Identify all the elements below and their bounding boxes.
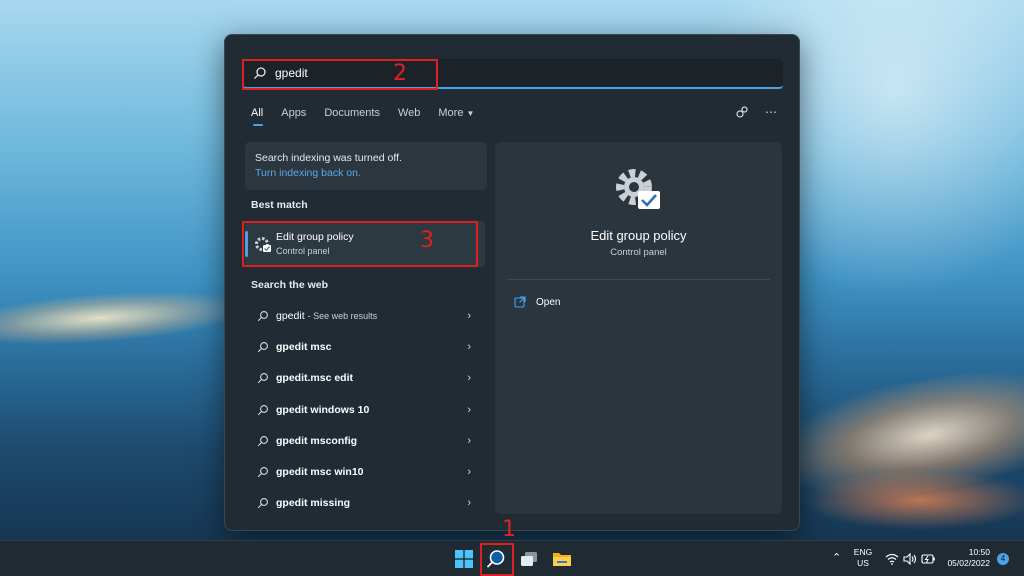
gear-check-icon <box>616 169 660 209</box>
chevron-right-icon: › <box>467 372 471 385</box>
web-result-suffix: - See web results <box>307 310 378 321</box>
annotation-box-3 <box>242 221 478 267</box>
chevron-right-icon: › <box>467 434 471 447</box>
indexing-notice: Search indexing was turned off. Turn ind… <box>245 142 487 190</box>
web-result-query: gpedit windows 10 <box>276 403 370 416</box>
search-icon <box>257 373 268 384</box>
region-code: US <box>857 558 869 568</box>
chevron-right-icon: › <box>467 466 471 479</box>
search-icon <box>257 341 268 352</box>
web-result-item[interactable]: gpedit windows 10 › <box>245 394 487 425</box>
web-result-query: gpedit <box>276 309 305 322</box>
task-view-icon[interactable] <box>519 549 539 569</box>
tab-more[interactable]: More ▼ <box>438 107 474 119</box>
web-result-item[interactable]: gpedit.msc edit › <box>245 363 487 394</box>
result-detail-pane: Edit group policy Control panel Open <box>495 142 782 514</box>
chevron-up-icon[interactable]: ⌃ <box>832 551 841 564</box>
annotation-box-2 <box>242 59 438 90</box>
search-panel: gpedit 2 All Apps Documents Web More ▼ ⋯ … <box>224 34 800 531</box>
annotation-number-3: 3 <box>420 228 434 253</box>
web-result-item[interactable]: gpedit msc win10 › <box>245 456 487 487</box>
windows-start-icon[interactable] <box>454 549 474 569</box>
detail-divider <box>507 279 770 280</box>
web-result-item[interactable]: gpedit msc › <box>245 331 487 362</box>
turn-indexing-on-link[interactable]: Turn indexing back on. <box>255 167 477 179</box>
battery-icon[interactable] <box>921 554 935 564</box>
web-result-item[interactable]: gpedit msconfig › <box>245 425 487 456</box>
best-match-heading: Best match <box>251 199 308 211</box>
open-action[interactable]: Open <box>514 296 560 308</box>
search-icon <box>257 435 268 446</box>
web-results-list: gpedit - See web results › gpedit msc › … <box>245 300 487 519</box>
share-icon[interactable] <box>735 105 749 119</box>
language-indicator[interactable]: ENG US <box>848 547 878 569</box>
detail-subtitle: Control panel <box>610 247 667 258</box>
search-icon <box>257 467 268 478</box>
tab-apps[interactable]: Apps <box>281 107 306 119</box>
search-icon <box>257 498 268 509</box>
search-icon <box>257 310 268 321</box>
open-external-icon <box>514 296 526 308</box>
tab-more-label: More <box>438 107 464 119</box>
chevron-right-icon: › <box>467 403 471 416</box>
chevron-right-icon: › <box>467 497 471 510</box>
language-code: ENG <box>853 547 873 557</box>
tab-web[interactable]: Web <box>398 107 420 119</box>
web-result-query: gpedit msconfig <box>276 434 358 447</box>
web-result-query: gpedit.msc edit <box>276 372 354 385</box>
wifi-icon[interactable] <box>885 553 899 565</box>
annotation-number-1: 1 <box>502 517 516 542</box>
detail-title: Edit group policy <box>590 228 687 243</box>
web-result-item[interactable]: gpedit - See web results › <box>245 300 487 331</box>
tab-documents[interactable]: Documents <box>324 107 380 119</box>
indexing-notice-text: Search indexing was turned off. <box>255 152 402 164</box>
clock-date: 05/02/2022 <box>947 558 990 568</box>
more-icon[interactable]: ⋯ <box>765 105 777 119</box>
web-result-query: gpedit missing <box>276 497 351 510</box>
web-result-item[interactable]: gpedit missing › <box>245 488 487 519</box>
clock-time: 10:50 <box>968 547 990 557</box>
notification-badge[interactable]: 4 <box>997 553 1009 565</box>
clock[interactable]: 10:50 05/02/2022 <box>936 547 990 569</box>
chevron-right-icon: › <box>467 309 471 322</box>
tab-all[interactable]: All <box>251 107 264 126</box>
search-web-heading: Search the web <box>251 279 329 291</box>
web-result-query: gpedit msc <box>276 340 332 353</box>
web-result-query: gpedit msc win10 <box>276 466 364 479</box>
search-tools: ⋯ <box>735 105 777 119</box>
chevron-down-icon: ▼ <box>466 109 475 118</box>
taskbar: 1 ⌃ ENG US 10:50 05/02/2022 4 <box>0 517 1024 576</box>
chevron-right-icon: › <box>467 340 471 353</box>
volume-icon[interactable] <box>903 553 917 565</box>
search-tabs: All Apps Documents Web More ▼ <box>251 107 474 126</box>
annotation-number-2: 2 <box>393 61 407 86</box>
file-explorer-icon[interactable] <box>552 549 572 569</box>
annotation-box-1 <box>480 543 514 576</box>
open-label: Open <box>536 296 561 308</box>
search-icon <box>257 404 268 415</box>
